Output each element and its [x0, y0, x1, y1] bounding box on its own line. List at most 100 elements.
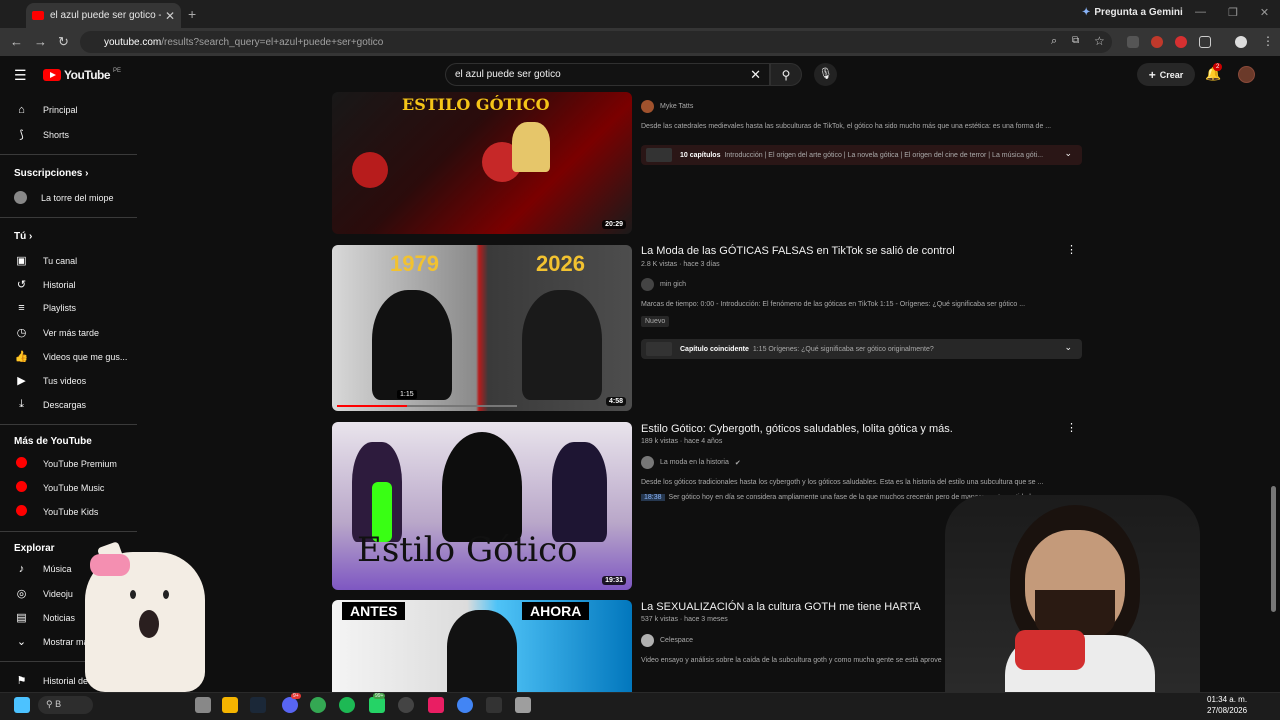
chrome-profile-icon[interactable] [457, 697, 473, 713]
your-videos-icon: ▶ [17, 375, 26, 387]
extension-adblock-icon[interactable] [1175, 36, 1187, 48]
install-icon[interactable]: ⧉ [1072, 35, 1079, 46]
reload-icon[interactable]: ↻ [58, 34, 69, 50]
sidebar-item-liked[interactable]: 👍 Videos que me gus... [14, 350, 128, 363]
sidebar-item-label: YouTube Kids [43, 507, 99, 517]
sidebar-item-kids[interactable]: YouTube Kids [14, 505, 98, 519]
thumbnail-year-right: 2026 [536, 251, 585, 276]
zoom-icon[interactable]: ⌕ [1051, 35, 1057, 48]
microphone-icon: 🎙 [818, 68, 833, 80]
youtube-logo[interactable]: YouTube PE [43, 68, 121, 82]
streaming-app-icon[interactable] [428, 697, 444, 713]
sidebar-item-playlists[interactable]: ≡ Playlists [14, 302, 76, 314]
notifications-button[interactable]: 🔔 2 [1205, 63, 1223, 82]
forward-icon[interactable]: → [34, 34, 47, 49]
minimize-icon[interactable]: — [1195, 6, 1206, 19]
account-avatar[interactable] [1238, 66, 1255, 83]
browser-tab[interactable]: el azul puede ser gotico - YouTu ✕ [26, 3, 181, 28]
sidebar-item-history[interactable]: ↺ Historial [14, 278, 76, 291]
youtube-play-icon [43, 69, 61, 81]
video-thumbnail[interactable]: Estilo Gótico 19:31 [332, 422, 632, 590]
hamburger-menu-icon[interactable]: ☰ [14, 67, 27, 84]
chapter-thumbnail [646, 148, 672, 162]
create-button[interactable]: + Crear [1137, 63, 1195, 86]
chevron-down-icon[interactable]: ⌄ [1064, 148, 1072, 159]
terminal-icon[interactable] [486, 697, 502, 713]
video-thumbnail[interactable]: 1979 2026 1:15 4:58 [332, 245, 632, 411]
video-thumbnail[interactable]: ESTILO GÓTICO 20:29 [332, 92, 632, 234]
close-window-icon[interactable]: ✕ [1260, 6, 1269, 19]
like-icon: 👍 [14, 351, 29, 363]
windows-start-icon[interactable] [14, 697, 30, 713]
extensions-puzzle-icon[interactable] [1199, 36, 1211, 48]
thumbnail-text: ESTILO GÓTICO [402, 95, 550, 114]
url-field[interactable]: youtube.com/results?search_query=el+azul… [80, 31, 1112, 53]
taskbar-search[interactable]: ⚲ B [38, 696, 93, 714]
video-title[interactable]: La SEXUALIZACIÓN a la cultura GOTH me ti… [641, 601, 921, 613]
search-button[interactable]: ⚲ [770, 63, 802, 86]
whatsapp-icon[interactable]: 99+ [369, 693, 386, 713]
video-title[interactable]: Estilo Gótico: Cybergoth, góticos saluda… [641, 423, 953, 435]
sidebar-item-label: Shorts [43, 129, 70, 140]
extension-qr-icon[interactable] [1127, 36, 1139, 48]
file-explorer-icon[interactable] [222, 697, 238, 713]
close-tab-icon[interactable]: ✕ [165, 9, 175, 23]
more-options-icon[interactable]: ⋮ [1066, 421, 1077, 434]
gemini-button[interactable]: ✦ Pregunta a Gemini [1082, 7, 1183, 18]
sidebar-item-show-more[interactable]: ⌄ Mostrar más [14, 635, 93, 648]
discord-icon[interactable]: 9+ [282, 693, 301, 713]
video-meta: 189 k vistas · hace 4 años [641, 438, 723, 445]
maximize-icon[interactable]: ❐ [1228, 6, 1238, 19]
system-clock[interactable]: 01:34 a. m. 27/08/2026 [1207, 694, 1247, 716]
video-title[interactable]: La Moda de las GÓTICAS FALSAS en TikTok … [641, 245, 955, 257]
sidebar-item-music-explore[interactable]: ♪ Música [14, 563, 72, 575]
obs-icon[interactable] [398, 697, 414, 713]
logo-text: YouTube [64, 68, 111, 82]
you-header[interactable]: Tú › [14, 231, 32, 242]
video-thumbnail[interactable]: ANTES AHORA [332, 600, 632, 692]
chapters-bar[interactable]: Capítulo coincidente 1:15 Orígenes: ¿Qué… [641, 339, 1082, 359]
app-window-icon[interactable] [515, 697, 531, 713]
more-options-icon[interactable]: ⋮ [1066, 243, 1077, 256]
search-input[interactable]: el azul puede ser gotico ✕ [445, 63, 770, 86]
history-icon: ↺ [16, 279, 27, 291]
sidebar-item-history-settings[interactable]: ⚑ Historial de [14, 674, 88, 687]
channel-link[interactable]: Celespace [641, 634, 693, 647]
more-youtube-header: Más de YouTube [14, 436, 92, 447]
channel-link[interactable]: Myke Tatts [641, 100, 693, 113]
sidebar-item-gaming[interactable]: ◎ Videoju [14, 587, 73, 600]
scrollbar-thumb[interactable] [1271, 486, 1276, 612]
new-tab-icon[interactable]: + [188, 6, 196, 22]
sidebar-item-your-videos[interactable]: ▶ Tus videos [14, 374, 86, 387]
sidebar-item-subscription[interactable]: La torre del miope [14, 191, 114, 204]
channel-link[interactable]: La moda en la historia ✔ [641, 456, 741, 469]
chrome-icon[interactable] [310, 697, 326, 713]
chevron-down-icon[interactable]: ⌄ [1064, 342, 1072, 353]
sidebar-item-label: Principal [43, 105, 78, 115]
extension-red-icon[interactable] [1151, 36, 1163, 48]
sidebar-item-shorts[interactable]: ⟆ Shorts [14, 128, 69, 141]
sidebar-item-your-channel[interactable]: ▣ Tu canal [14, 254, 77, 267]
back-icon[interactable]: ← [10, 34, 23, 49]
profile-icon[interactable] [1235, 36, 1247, 48]
browser-menu-icon[interactable]: ⋮ [1262, 34, 1274, 48]
channel-link[interactable]: min gich [641, 278, 686, 291]
new-badge: Nuevo [641, 316, 670, 327]
voice-search-button[interactable]: 🎙 [814, 63, 837, 86]
discord-badge: 9+ [291, 693, 301, 699]
clear-search-icon[interactable]: ✕ [750, 67, 761, 83]
sidebar-item-music[interactable]: YouTube Music [14, 481, 104, 495]
video-duration: 19:31 [602, 576, 626, 585]
sidebar-item-news[interactable]: ▤ Noticias [14, 611, 75, 624]
sidebar-item-premium[interactable]: YouTube Premium [14, 457, 117, 471]
subscriptions-header[interactable]: Suscripciones › [14, 168, 88, 179]
sidebar-item-watch-later[interactable]: ◷ Ver más tarde [14, 326, 99, 339]
sidebar-item-downloads[interactable]: ⤓ Descargas [14, 398, 86, 411]
task-view-icon[interactable] [195, 697, 211, 713]
sidebar-item-home[interactable]: ⌂ Principal [14, 104, 78, 116]
spotify-icon[interactable] [339, 697, 355, 713]
steam-icon[interactable] [250, 697, 266, 713]
bookmark-star-icon[interactable]: ☆ [1094, 34, 1105, 48]
section-heading: Tú [14, 231, 27, 242]
chapters-bar[interactable]: 10 capítulos Introducción | El origen de… [641, 145, 1082, 165]
